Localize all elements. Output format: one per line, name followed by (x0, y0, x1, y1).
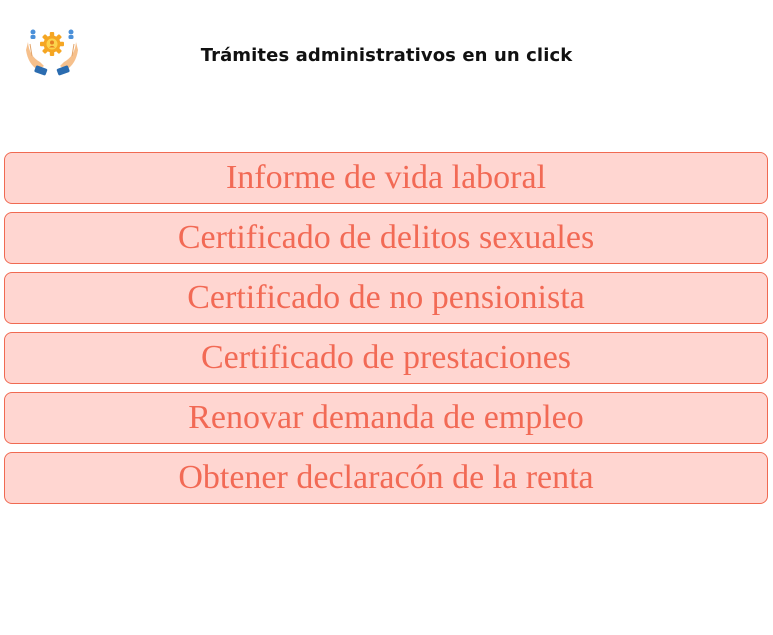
app-title: Trámites administrativos en un click (0, 45, 773, 66)
app-header: Trámites administrativos en un click (0, 0, 773, 100)
procedure-options-list: Informe de vida laboral Certificado de d… (4, 152, 768, 512)
option-declaracion-renta-button[interactable]: Obtener declaracón de la renta (4, 452, 768, 504)
option-informe-vida-laboral-button[interactable]: Informe de vida laboral (4, 152, 768, 204)
option-certificado-prestaciones-button[interactable]: Certificado de prestaciones (4, 332, 768, 384)
option-renovar-demanda-empleo-button[interactable]: Renovar demanda de empleo (4, 392, 768, 444)
option-certificado-no-pensionista-button[interactable]: Certificado de no pensionista (4, 272, 768, 324)
app-title-text: Trámites administrativos en un click (200, 45, 573, 66)
option-certificado-delitos-sexuales-button[interactable]: Certificado de delitos sexuales (4, 212, 768, 264)
